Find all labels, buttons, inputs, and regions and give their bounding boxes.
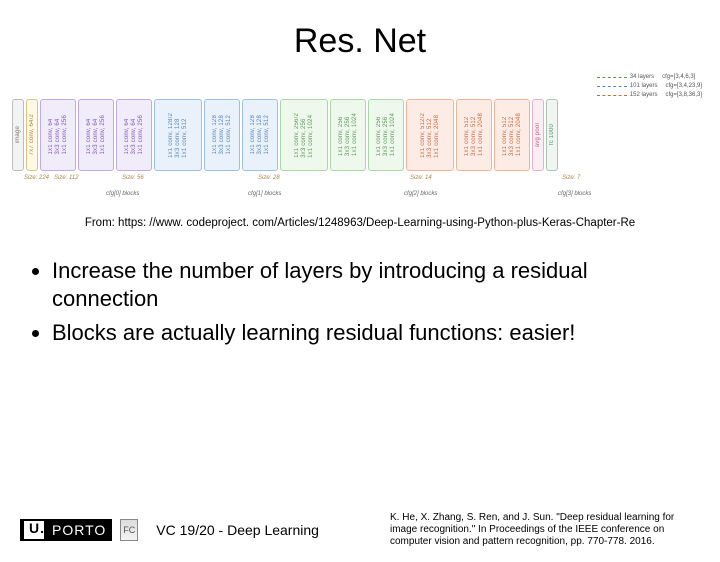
block-label: avg pool: [535, 123, 542, 147]
size-label: Size: 56: [122, 175, 144, 181]
diagram-block: 1x1 conv, 128/2 3x3 conv, 128 1x1 conv, …: [154, 99, 202, 171]
porto-logo: U. PORTO: [20, 519, 112, 541]
size-label: Size: 112: [54, 175, 79, 181]
citation: K. He, X. Zhang, S. Ren, and J. Sun. "De…: [390, 512, 700, 548]
block-label: 1x1 conv, 128/2 3x3 conv, 128 1x1 conv, …: [168, 113, 189, 158]
block-label: 7x7 conv, 64/2: [29, 114, 36, 155]
footer: U. PORTO FC VC 19/20 - Deep Learning K. …: [20, 512, 700, 548]
block-label: 1x1 conv, 128 3x3 conv, 128 1x1 conv, 51…: [212, 115, 233, 155]
block-label: 1x1 conv, 64 3x3 conv, 64 1x1 conv, 256: [86, 115, 107, 155]
diagram-block: 1x1 conv, 128 3x3 conv, 128 1x1 conv, 51…: [204, 99, 240, 171]
block-label: 1x1 conv, 512/2 3x3 conv, 512 1x1 conv, …: [420, 113, 441, 158]
size-label: Size: 224: [24, 175, 49, 181]
cfg-label: cfg[2] blocks: [404, 191, 437, 197]
block-label: 1x1 conv, 64 3x3 conv, 64 1x1 conv, 256: [124, 115, 145, 155]
diagram-block: image: [12, 99, 24, 171]
diagram-block: 1x1 conv, 64 3x3 conv, 64 1x1 conv, 256: [78, 99, 114, 171]
bullet-item: Increase the number of layers by introdu…: [52, 257, 692, 313]
diagram-block: 1x1 conv, 512 3x3 conv, 512 1x1 conv, 20…: [456, 99, 492, 171]
diagram-block: 1x1 conv, 256 3x3 conv, 256 1x1 conv, 10…: [368, 99, 404, 171]
diagram-block: 7x7 conv, 64/2: [26, 99, 38, 171]
diagram-block: 1x1 conv, 64 3x3 conv, 64 1x1 conv, 256: [116, 99, 152, 171]
diagram-block: 1x1 conv, 64 3x3 conv, 64 1x1 conv, 256: [40, 99, 76, 171]
diagram-block: 1x1 conv, 256 3x3 conv, 256 1x1 conv, 10…: [330, 99, 366, 171]
block-label: 1x1 conv, 256/2 3x3 conv, 256 1x1 conv, …: [294, 113, 315, 158]
diagram-blocks-row: image 7x7 conv, 64/2 1x1 conv, 64 3x3 conv…: [12, 99, 708, 171]
bullet-item: Blocks are actually learning residual fu…: [52, 319, 692, 347]
diagram-block: 1x1 conv, 256/2 3x3 conv, 256 1x1 conv, …: [280, 99, 328, 171]
legend-row: 101 layerscfg=[3,4,23,9]: [597, 82, 702, 91]
fc-logo: FC: [120, 519, 138, 541]
porto-logo-text: PORTO: [52, 522, 106, 538]
diagram-block: fc 1000: [546, 99, 558, 171]
cfg-label: cfg[0] blocks: [106, 191, 139, 197]
cfg-label: cfg[1] blocks: [248, 191, 281, 197]
block-label: 1x1 conv, 256 3x3 conv, 256 1x1 conv, 10…: [338, 113, 359, 156]
block-label: 1x1 conv, 512 3x3 conv, 512 1x1 conv, 20…: [464, 113, 485, 156]
diagram-block: 1x1 conv, 512 3x3 conv, 512 1x1 conv, 20…: [494, 99, 530, 171]
diagram-block: 1x1 conv, 128 3x3 conv, 128 1x1 conv, 51…: [242, 99, 278, 171]
size-label: Size: 7: [562, 175, 580, 181]
slide-title: Res. Net: [0, 22, 720, 61]
block-label: fc 1000: [549, 124, 556, 145]
bullet-list: Increase the number of layers by introdu…: [52, 257, 692, 347]
resnet-diagram: 34 layerscfg=[3,4,6,3]101 layerscfg=[3,4…: [10, 71, 710, 211]
diagram-block: avg pool: [532, 99, 544, 171]
block-label: 1x1 conv, 256 3x3 conv, 256 1x1 conv, 10…: [376, 113, 397, 156]
size-label: Size: 28: [258, 175, 280, 181]
block-label: image: [15, 126, 22, 143]
footer-center-text: VC 19/20 - Deep Learning: [156, 522, 319, 538]
legend-row: 34 layerscfg=[3,4,6,3]: [597, 73, 702, 82]
block-label: 1x1 conv, 128 3x3 conv, 128 1x1 conv, 51…: [250, 115, 271, 155]
diagram-legend: 34 layerscfg=[3,4,6,3]101 layerscfg=[3,4…: [597, 73, 702, 100]
diagram-block: 1x1 conv, 512/2 3x3 conv, 512 1x1 conv, …: [406, 99, 454, 171]
block-label: 1x1 conv, 512 3x3 conv, 512 1x1 conv, 20…: [502, 113, 523, 156]
size-label: Size: 14: [410, 175, 432, 181]
source-line: From: https: //www. codeproject. com/Art…: [0, 217, 720, 229]
cfg-label: cfg[3] blocks: [558, 191, 591, 197]
block-label: 1x1 conv, 64 3x3 conv, 64 1x1 conv, 256: [48, 115, 69, 155]
